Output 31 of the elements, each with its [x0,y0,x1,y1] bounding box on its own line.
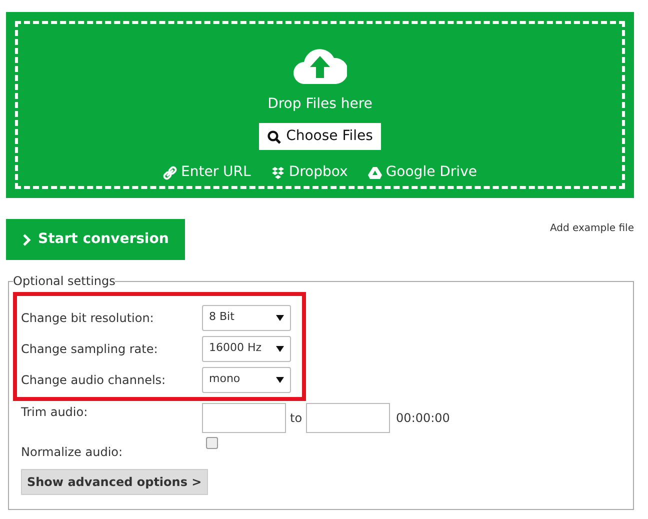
upload-drop-zone[interactable]: Drop Files here Choose Files Enter URL Dropbox Google Drive [6,12,634,198]
cloud-upload-icon [293,46,347,86]
add-example-link[interactable]: Add example file [550,221,634,236]
box-icon [270,166,285,180]
caret-icon [276,346,284,352]
setting-label: Trim audio: [21,404,89,421]
setting-label: Normalize audio: [21,444,124,461]
setting-label: Change audio channels: [21,372,167,388]
setting-label: Change sampling rate: [21,340,159,358]
caret-icon [276,376,284,382]
chevron-icon [22,232,32,246]
link-icon [163,166,178,180]
search-icon [267,130,282,144]
caret-icon [276,314,284,320]
input-field[interactable] [202,403,286,433]
settings-legend: Optional settings [13,272,116,290]
drive-icon [368,166,382,180]
input-field[interactable] [306,403,390,433]
advanced-options-button[interactable]: Show advanced options > [21,469,208,495]
select-value: 8 Bit [209,309,234,326]
select-value: mono [209,371,240,388]
setting-label: Change bit resolution: [21,310,155,326]
drop-text: Drop Files here [268,95,372,114]
time-hint: 00:00:00 [396,410,450,427]
select-value: 16000 Hz [209,340,262,356]
select-field[interactable]: 8 Bit [202,304,291,330]
select-field[interactable]: 16000 Hz [202,336,291,362]
checkbox[interactable] [206,437,218,449]
choose-files-button[interactable]: Choose Files [259,123,381,150]
to-text: to [290,410,302,427]
select-field[interactable]: mono [202,366,291,392]
